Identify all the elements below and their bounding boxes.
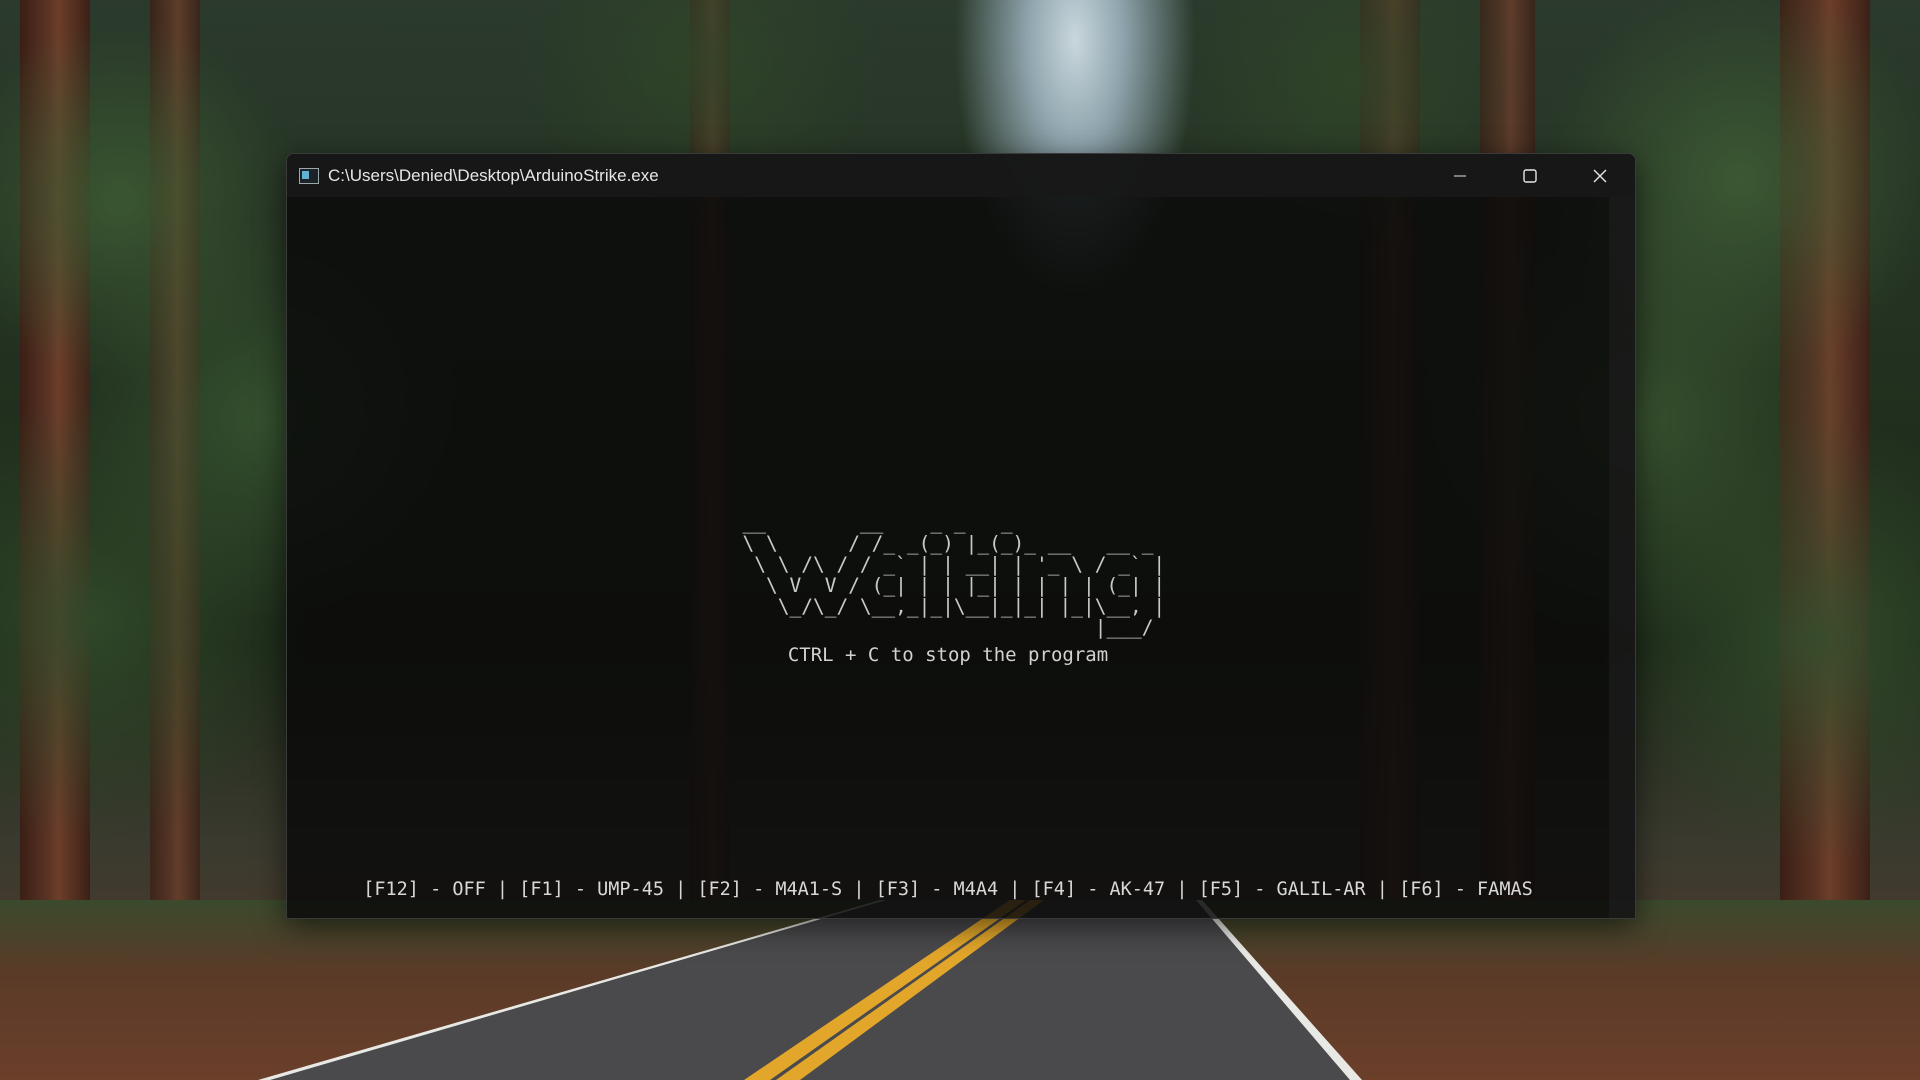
title-bar[interactable]: C:\Users\Denied\Desktop\ArduinoStrike.ex…: [287, 154, 1635, 197]
close-icon: [1593, 169, 1607, 182]
console-output[interactable]: __ __ _ _ _ \ \ / /_ _(_) |_(_)_ __ __ _…: [287, 197, 1609, 918]
desktop: C:\Users\Denied\Desktop\ArduinoStrike.ex…: [0, 0, 1920, 1080]
console-window[interactable]: C:\Users\Denied\Desktop\ArduinoStrike.ex…: [286, 153, 1636, 919]
console-app-icon[interactable]: [299, 167, 319, 184]
maximize-icon: [1523, 168, 1537, 183]
scrollbar[interactable]: [1609, 197, 1635, 918]
ascii-banner: __ __ _ _ _ \ \ / /_ _(_) |_(_)_ __ __ _…: [742, 511, 1166, 639]
window-controls: [1425, 154, 1635, 197]
stop-hint: CTRL + C to stop the program: [787, 644, 1109, 666]
maximize-button[interactable]: [1495, 154, 1565, 197]
close-button[interactable]: [1565, 154, 1635, 197]
minimize-icon: [1454, 175, 1466, 176]
hotkey-legend: [F12] - OFF | [F1] - UMP-45 | [F2] - M4A…: [363, 879, 1533, 900]
minimize-button[interactable]: [1425, 154, 1495, 197]
window-title: C:\Users\Denied\Desktop\ArduinoStrike.ex…: [328, 165, 659, 185]
